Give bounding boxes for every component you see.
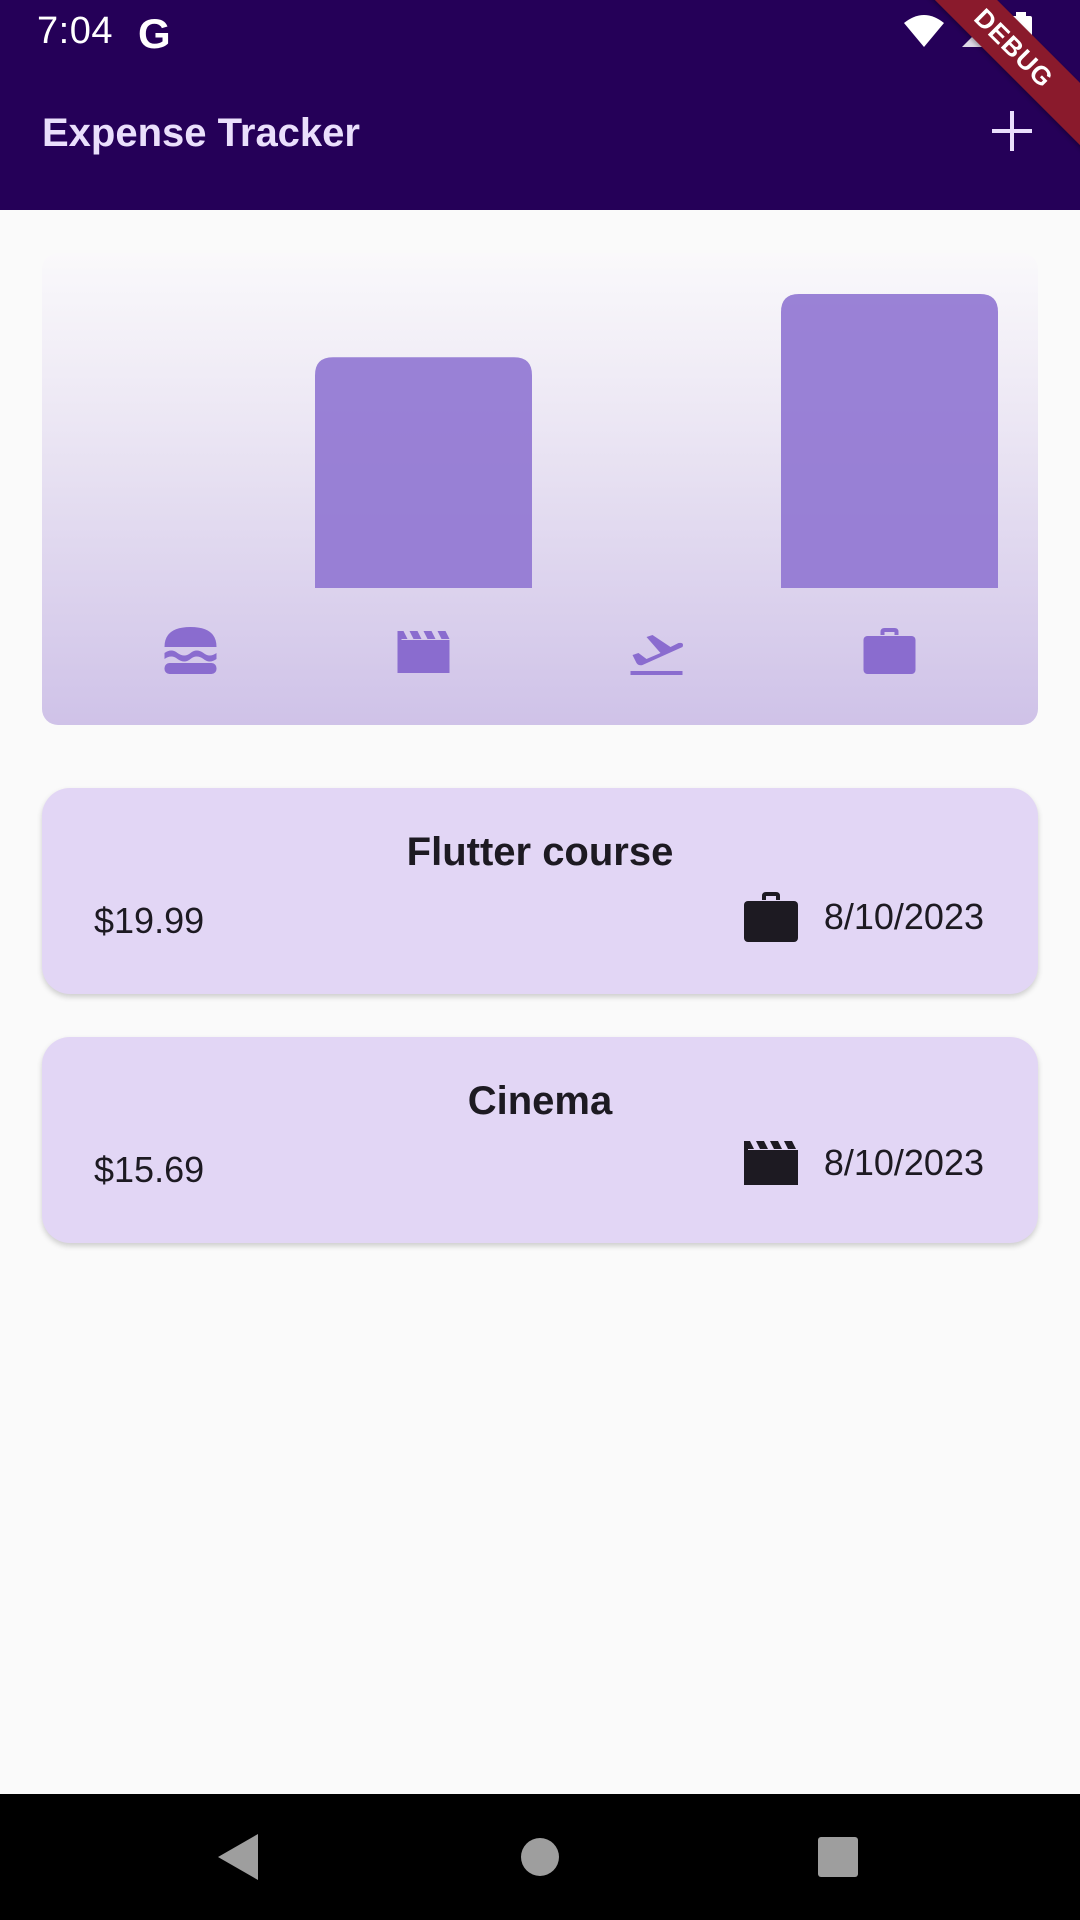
expense-meta: 8/10/2023 [743,1141,984,1185]
briefcase-icon [863,628,916,674]
burger-icon [164,627,217,674]
wifi-icon [904,15,944,47]
expense-item-cinema[interactable]: Cinema $15.69 8/10/2023 [42,1037,1038,1243]
app-bar: Expense Tracker [0,63,1080,210]
status-bar: 7:04 G [0,0,1080,63]
status-time: 7:04 [37,10,113,52]
expense-date: 8/10/2023 [823,896,984,937]
screen: 7:04 G Expense Tracker DEBUG Flutter cou… [0,0,1080,1920]
back-button[interactable] [208,1824,274,1890]
expense-date: 8/10/2023 [823,1142,984,1183]
movie-clapper-icon [397,631,450,673]
recents-button[interactable] [805,1824,871,1890]
app-title: Expense Tracker [42,111,360,155]
expense-chart [42,253,1038,725]
movie-clapper-icon [743,1141,798,1185]
google-icon: G [138,10,171,57]
expense-title: Cinema [467,1079,613,1123]
expense-amount: $19.99 [94,900,205,941]
expense-amount: $15.69 [94,1149,205,1190]
expense-title: Flutter course [406,830,674,874]
expense-meta: 8/10/2023 [743,892,984,942]
flight-takeoff-icon [630,635,683,675]
chart-bar-work [781,294,998,588]
home-button[interactable] [507,1824,573,1890]
chart-bar-leisure [315,357,532,588]
expense-item-flutter-course[interactable]: Flutter course $19.99 8/10/2023 [42,788,1038,994]
chart-canvas [164,294,998,675]
briefcase-icon [743,892,798,942]
add-icon [992,111,1032,151]
system-nav-bar [0,1794,1080,1920]
